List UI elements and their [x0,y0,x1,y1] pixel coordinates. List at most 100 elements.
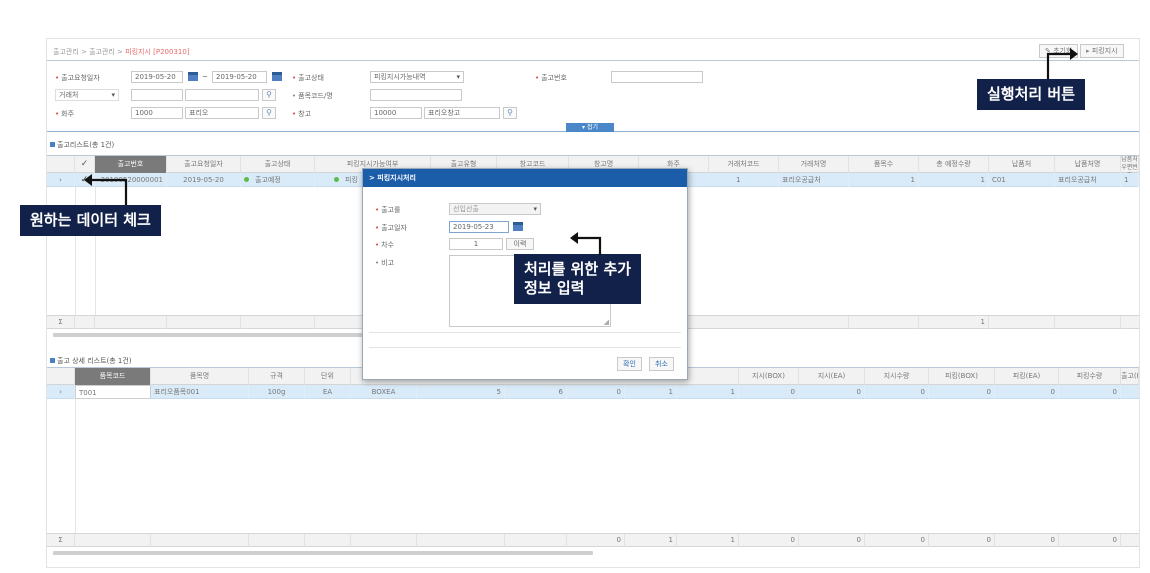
cell-pickable-text: 피킹 [345,176,358,184]
detail-summary-row: Σ 0 1 1 0 0 0 0 0 0 [47,533,1139,547]
col-item-code[interactable]: 품목코드 [75,368,151,385]
order-rule-label: 출고룰 [375,205,400,215]
calendar-icon[interactable] [188,72,198,81]
col-order-qty[interactable]: 지시수량 [865,368,929,385]
col-order-box[interactable]: 지시(BOX) [739,368,799,385]
outbound-no-input[interactable] [611,71,703,83]
order-rule-select[interactable]: 선입선출 [449,203,541,215]
cell-picking-box: 0 [929,385,995,399]
cell-ship-to: C01 [989,173,1055,187]
warehouse-name-input[interactable]: 표리오창고 [424,107,500,119]
partner-name-input[interactable] [185,89,259,101]
scrollbar-thumb[interactable] [53,551,593,555]
status-dot-icon [244,177,249,182]
cell-order-qty: 0 [865,385,929,399]
search-icon[interactable]: ⚲ [262,89,276,101]
scrollbar-thumb[interactable] [53,333,373,337]
dialog-title: > 피킹지시처리 [363,169,687,187]
table-row[interactable]: › T001 표리오품목001 100g EA BOXEA 5 6 0 1 1 … [47,385,1139,399]
outbound-date-input[interactable]: 2019-05-23 [449,221,509,233]
cell-spec: 100g [249,385,305,399]
col-picking-box[interactable]: 피킹(BOX) [929,368,995,385]
status-label: 출고상태 [292,73,324,83]
cell-value: 6 [505,385,567,399]
confirm-button[interactable]: 확인 [617,357,642,371]
calendar-icon[interactable] [513,222,523,231]
cell-order-box: 0 [739,385,799,399]
col-unit[interactable]: 단위 [305,368,351,385]
resize-handle-icon[interactable]: ◢ [604,318,609,326]
cell-order-ea: 0 [799,385,865,399]
search-icon[interactable]: ⚲ [262,107,276,119]
col-spec[interactable]: 규격 [249,368,305,385]
summary-sigma: Σ [47,534,75,547]
callout-check-data: 원하는 데이터 체크 [20,205,161,236]
sequence-label: 차수 [375,240,394,250]
col-ship-to-zip[interactable]: 납품처 우편번호 [1121,156,1139,173]
col-picking-ea[interactable]: 피킹(EA) [995,368,1059,385]
status-select[interactable]: 피킹지시가능내역 [370,71,464,83]
col-request-date[interactable]: 출고요청일자 [167,156,241,173]
summary-value: 0 [739,534,799,547]
outbound-no-label: 출고번호 [535,73,567,83]
summary-cell [75,534,151,547]
cell-value: 5 [417,385,505,399]
dialog-divider [369,347,681,348]
calendar-icon[interactable] [272,72,282,81]
col-ship-to-name[interactable]: 납품처명 [1055,156,1121,173]
owner-name-input[interactable]: 표리오 [185,107,259,119]
col-ship-to[interactable]: 납품처 [989,156,1055,173]
summary-cell [241,316,315,329]
history-button[interactable]: 이력 [506,238,534,250]
col-order-ea[interactable]: 지시(EA) [799,368,865,385]
order-rule-value: 선입선출 [453,205,479,213]
partner-type-select[interactable]: 거래처 [55,89,119,101]
row-expand-icon[interactable]: › [47,385,75,399]
cell-unit: EA [305,385,351,399]
sequence-input[interactable]: 1 [449,238,503,250]
status-dot-icon [334,177,339,182]
search-icon[interactable]: ⚲ [503,107,517,119]
row-expand-icon[interactable]: › [47,173,75,187]
col-item-name[interactable]: 품목명 [151,368,249,385]
cell-item-code[interactable]: T001 [75,385,151,399]
horizontal-scrollbar[interactable] [47,549,1139,557]
summary-total-qty: 1 [919,316,989,329]
summary-cell [305,534,351,547]
col-blank[interactable] [687,368,739,385]
col-partner-name[interactable]: 거래처명 [779,156,849,173]
cell-ship-to-name: 표리오공급처 [1055,173,1121,187]
cell-picking-qty: 0 [1059,385,1121,399]
outbound-list-title: 출고리스트(총 1건) [50,140,114,150]
summary-value: 1 [677,534,739,547]
callout-extra-info: 처리를 위한 추가 정보 입력 [514,254,642,304]
arrow-icon [84,174,128,205]
cell-box-unit: BOXEA [351,385,417,399]
dialog-divider [369,332,681,333]
arrow-icon [1046,48,1078,79]
col-partner-code[interactable]: 거래처코드 [709,156,779,173]
col-item-count[interactable]: 품목수 [849,156,919,173]
partner-code-input[interactable] [131,89,183,101]
owner-code-input[interactable]: 1000 [131,107,183,119]
request-date-from-input[interactable]: 2019-05-20 [131,71,183,83]
col-picking-qty[interactable]: 피킹수량 [1059,368,1121,385]
cell-status-text: 출고예정 [255,176,281,184]
cell-item-count: 1 [849,173,919,187]
warehouse-code-input[interactable]: 10000 [370,107,422,119]
summary-cell [779,316,849,329]
summary-value: 0 [567,534,625,547]
picking-order-button[interactable]: ▸ 피킹지시 [1080,44,1124,58]
outbound-date-label: 출고일자 [375,223,407,233]
summary-cell [151,534,249,547]
col-outbound-box[interactable]: 출고(BOX) [1121,368,1139,385]
fold-toggle-label: 접기 [586,124,598,131]
fold-toggle[interactable]: ▾ 접기 [566,123,614,132]
header-blank [47,156,75,173]
cancel-button[interactable]: 취소 [649,357,674,371]
col-total-qty[interactable]: 총 예정수량 [919,156,989,173]
grid-line [75,399,76,533]
col-status[interactable]: 출고상태 [241,156,315,173]
item-input[interactable] [370,89,462,101]
request-date-to-input[interactable]: 2019-05-20 [212,71,267,83]
